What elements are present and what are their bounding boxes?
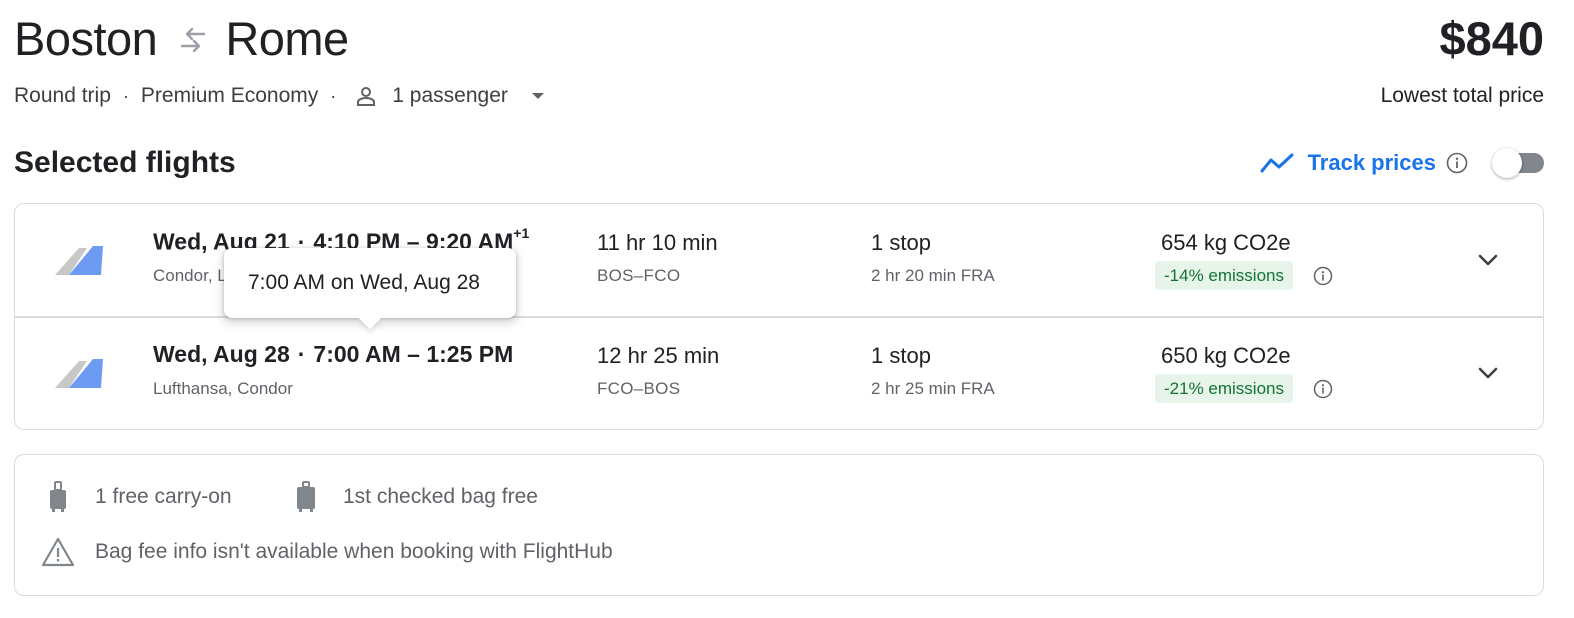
baggage-card: 1 free carry-on 1st checked bag free Bag… — [14, 454, 1544, 596]
time-dash: – — [407, 341, 420, 367]
info-icon[interactable] — [1313, 266, 1333, 286]
flight-duration: 11 hr 10 min — [597, 230, 718, 255]
emissions-badge: -21% emissions — [1155, 374, 1293, 403]
origin-city: Boston — [14, 12, 158, 65]
co2-amount: 654 kg CO2e — [1161, 230, 1291, 255]
checked-bag-icon — [297, 481, 315, 512]
route-codes: BOS–FCO — [597, 266, 681, 285]
separator-dot: · — [297, 341, 306, 367]
toggle-knob — [1492, 148, 1522, 178]
tooltip-text: 7:00 AM on Wed, Aug 28 — [248, 271, 480, 294]
flight-times: Wed, Aug 28 · 7:00 AM – 1:25 PM — [153, 341, 513, 368]
layover-info: 2 hr 25 min FRA — [871, 379, 995, 398]
flight-duration: 12 hr 25 min — [597, 343, 720, 368]
carry-on-info: 1 free carry-on — [47, 481, 232, 513]
total-price: $840 — [1439, 12, 1544, 65]
person-icon — [357, 87, 376, 106]
checked-bag-label: 1st checked bag free — [343, 485, 538, 508]
co2-amount: 650 kg CO2e — [1161, 343, 1291, 368]
bag-fee-notice-text: Bag fee info isn't available when bookin… — [95, 540, 613, 563]
track-prices-label[interactable]: Track prices — [1308, 150, 1436, 176]
warning-triangle-icon — [41, 537, 75, 567]
track-prices-toggle[interactable] — [1492, 148, 1546, 178]
carry-on-bag-icon — [50, 481, 66, 512]
flight-row-return[interactable]: Wed, Aug 28 · 7:00 AM – 1:25 PM Lufthansa,… — [15, 317, 1543, 429]
trip-type: Round trip — [14, 84, 111, 107]
airline-names: Lufthansa, Condor — [153, 379, 293, 398]
track-prices[interactable]: Track prices — [1260, 150, 1468, 176]
depart-time: 7:00 AM — [313, 341, 401, 367]
day-offset: +1 — [513, 225, 530, 241]
passenger-selector[interactable]: 1 passenger — [348, 84, 546, 108]
flight-date: Wed, Aug 28 — [153, 341, 290, 367]
separator-dot: · — [330, 85, 337, 106]
airline-tail-logo — [55, 246, 103, 275]
chevron-down-icon[interactable] — [1475, 360, 1501, 386]
route-codes: FCO–BOS — [597, 379, 681, 398]
price-caption: Lowest total price — [1380, 84, 1544, 107]
caret-down-icon — [531, 93, 544, 99]
departure-time-tooltip: 7:00 AM on Wed, Aug 28 — [224, 248, 516, 330]
section-title: Selected flights — [14, 146, 236, 179]
passenger-count: 1 passenger — [392, 84, 508, 107]
carry-on-label: 1 free carry-on — [95, 485, 232, 508]
cabin-class: Premium Economy — [140, 84, 319, 107]
layover-info: 2 hr 20 min FRA — [871, 266, 995, 285]
info-icon[interactable] — [1446, 152, 1468, 174]
info-icon[interactable] — [1313, 379, 1333, 399]
stop-count: 1 stop — [871, 343, 931, 368]
checked-bag-info: 1st checked bag free — [295, 481, 538, 513]
emissions-badge: -14% emissions — [1155, 261, 1293, 290]
separator-dot: · — [122, 85, 129, 106]
stop-count: 1 stop — [871, 230, 931, 255]
route-title: Boston Rome — [14, 10, 349, 68]
swap-arrows-icon — [181, 27, 206, 53]
airline-tail-logo — [55, 359, 103, 388]
destination-city: Rome — [225, 12, 349, 65]
bag-fee-notice: Bag fee info isn't available when bookin… — [41, 537, 613, 567]
trip-summary: Round trip · Premium Economy · 1 passeng… — [14, 84, 546, 108]
chevron-down-icon[interactable] — [1475, 247, 1501, 273]
trending-line-icon — [1260, 153, 1294, 173]
arrive-time: 1:25 PM — [426, 341, 514, 367]
